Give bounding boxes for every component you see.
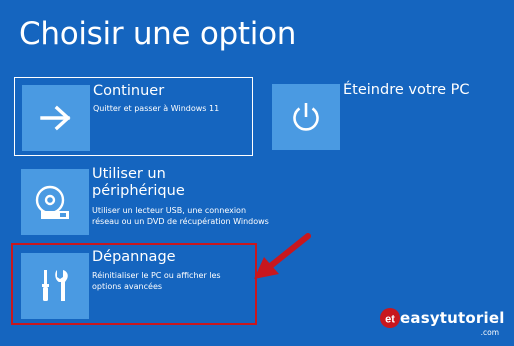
red-arrow-icon xyxy=(254,233,311,279)
option-use-device-description: Utiliser un lecteur USB, une connexion r… xyxy=(92,206,269,226)
highlight-box xyxy=(11,243,257,325)
option-shutdown[interactable]: Éteindre votre PC xyxy=(272,77,508,156)
option-use-device-tile[interactable] xyxy=(21,169,89,235)
power-icon xyxy=(293,103,319,131)
watermark: et easytutoriel .com xyxy=(377,306,512,342)
svg-text:et: et xyxy=(385,314,395,326)
option-use-device-label: Utiliser un périphérique xyxy=(92,166,185,199)
option-continue-label: Continuer xyxy=(93,83,165,99)
watermark-suffix: .com xyxy=(480,328,499,337)
option-continue-description: Quitter et passer à Windows 11 xyxy=(93,104,220,113)
option-continue-tile[interactable] xyxy=(22,85,90,151)
arrow-right-icon xyxy=(40,105,71,131)
watermark-text: easytutoriel xyxy=(400,309,505,327)
page-title: Choisir une option xyxy=(19,16,297,52)
option-use-device[interactable]: Utiliser un périphérique Utiliser un lec… xyxy=(14,161,274,243)
option-shutdown-tile[interactable] xyxy=(272,84,340,150)
easytutoriel-logo-icon: et xyxy=(380,308,400,328)
disc-drive-icon xyxy=(35,185,69,219)
option-continue[interactable]: Continuer Quitter et passer à Windows 11 xyxy=(14,77,253,156)
option-shutdown-label: Éteindre votre PC xyxy=(343,82,470,98)
